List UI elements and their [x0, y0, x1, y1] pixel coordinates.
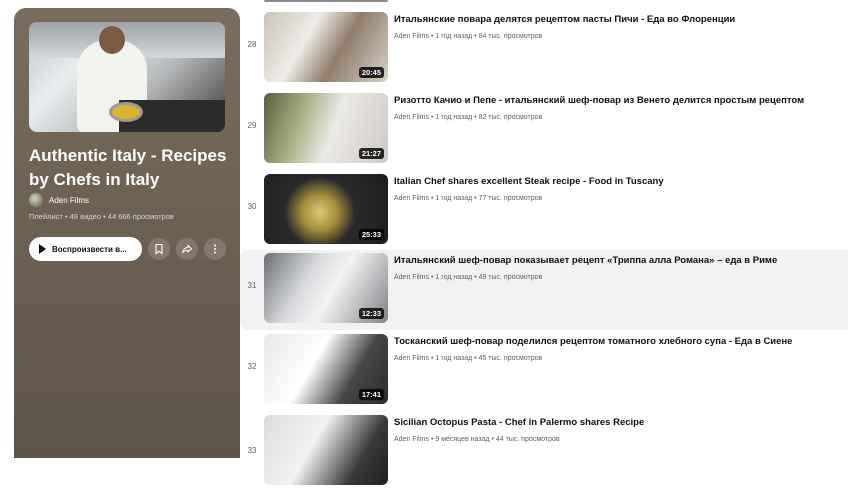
- previous-video-thumbnail-edge[interactable]: [264, 0, 388, 2]
- save-playlist-icon: [155, 243, 163, 255]
- video-meta: Aden Films • 1 год назад • 82 тыс. просм…: [394, 114, 543, 121]
- share-button[interactable]: [176, 238, 198, 260]
- video-row[interactable]: 28 20:45 Итальянские повара делятся реце…: [240, 9, 848, 89]
- video-title[interactable]: Ризотто Качио и Пепе - итальянский шеф-п…: [394, 95, 834, 106]
- video-meta: Aden Films • 1 год назад • 49 тыс. просм…: [394, 274, 543, 281]
- video-index: 30: [247, 202, 257, 211]
- video-duration: 21:27: [358, 148, 384, 159]
- thumbnail-chef-head: [99, 26, 125, 54]
- video-index: 33: [247, 446, 257, 455]
- video-duration: 25:33: [358, 229, 384, 240]
- thumbnail-pan: [109, 102, 143, 122]
- video-duration: 12:33: [358, 308, 384, 319]
- video-thumbnail[interactable]: 25:33: [264, 174, 388, 244]
- playlist-actions: Воспроизвести в...: [29, 237, 226, 261]
- video-meta: Aden Films • 1 год назад • 77 тыс. просм…: [394, 195, 543, 202]
- video-row-highlighted[interactable]: 31 12:33 Итальянский шеф-повар показывае…: [240, 250, 848, 330]
- video-thumbnail[interactable]: 17:41: [264, 334, 388, 404]
- video-title[interactable]: Italian Chef shares excellent Steak reci…: [394, 176, 834, 187]
- save-playlist-button[interactable]: [148, 238, 170, 260]
- playlist-thumbnail[interactable]: [29, 22, 225, 132]
- video-thumbnail[interactable]: 20:45: [264, 12, 388, 82]
- more-icon: [214, 244, 216, 254]
- video-thumbnail[interactable]: 12:33: [264, 253, 388, 323]
- playlist-title: Authentic Italy - Recipes by Chefs in It…: [29, 146, 227, 189]
- video-index: 32: [247, 362, 257, 371]
- video-row[interactable]: 32 17:41 Тосканский шеф-повар поделился …: [240, 331, 848, 411]
- video-index: 28: [247, 40, 257, 49]
- play-icon: [39, 244, 46, 254]
- video-thumbnail[interactable]: [264, 415, 388, 485]
- channel-name[interactable]: Aden Films: [49, 196, 89, 205]
- video-title[interactable]: Тосканский шеф-повар поделился рецептом …: [394, 336, 834, 347]
- video-row[interactable]: 33 Sicilian Octopus Pasta - Chef in Pale…: [240, 412, 848, 492]
- video-index: 31: [247, 281, 257, 290]
- play-all-button[interactable]: Воспроизвести в...: [29, 237, 142, 261]
- channel-avatar[interactable]: [29, 193, 43, 207]
- video-meta: Aden Films • 1 год назад • 84 тыс. просм…: [394, 33, 543, 40]
- video-title[interactable]: Sicilian Octopus Pasta - Chef in Palermo…: [394, 417, 834, 428]
- video-index: 29: [247, 121, 257, 130]
- playlist-meta: Плейлист • 48 видео • 44 666 просмотров: [29, 212, 174, 221]
- video-meta: Aden Films • 9 месяцев назад • 44 тыс. п…: [394, 436, 560, 443]
- video-duration: 17:41: [358, 389, 384, 400]
- video-row[interactable]: 30 25:33 Italian Chef shares excellent S…: [240, 171, 848, 251]
- play-all-label: Воспроизвести в...: [52, 244, 127, 254]
- video-title[interactable]: Итальянский шеф-повар показывает рецепт …: [394, 255, 834, 266]
- video-row[interactable]: 29 21:27 Ризотто Качио и Пепе - итальянс…: [240, 90, 848, 170]
- video-meta: Aden Films • 1 год назад • 45 тыс. просм…: [394, 355, 543, 362]
- playlist-header-panel: Authentic Italy - Recipes by Chefs in It…: [14, 8, 240, 458]
- video-duration: 20:45: [358, 67, 384, 78]
- video-thumbnail[interactable]: 21:27: [264, 93, 388, 163]
- more-button[interactable]: [204, 238, 226, 260]
- share-icon: [182, 244, 193, 254]
- channel-link[interactable]: Aden Films: [29, 193, 89, 207]
- video-title[interactable]: Итальянские повара делятся рецептом паст…: [394, 14, 834, 25]
